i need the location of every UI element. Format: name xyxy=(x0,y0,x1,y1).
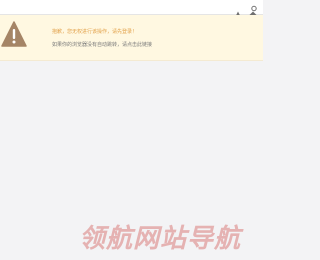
top-bar xyxy=(0,0,263,19)
login-required-notice: 抱歉，您无权进行该操作，请先登录！ 如果你的浏览器没有自动跳转，请点击此链接 xyxy=(0,15,263,61)
warning-icon[interactable] xyxy=(234,4,242,19)
settings-icon[interactable] xyxy=(248,1,258,15)
warning-triangle-icon xyxy=(1,20,27,48)
site-logo-watermark: 领航网站导航 xyxy=(79,224,242,254)
notice-title: 抱歉，您无权进行该操作，请先登录！ xyxy=(52,29,138,35)
redirect-link[interactable]: 如果你的浏览器没有自动跳转，请点击此链接 xyxy=(52,42,152,48)
